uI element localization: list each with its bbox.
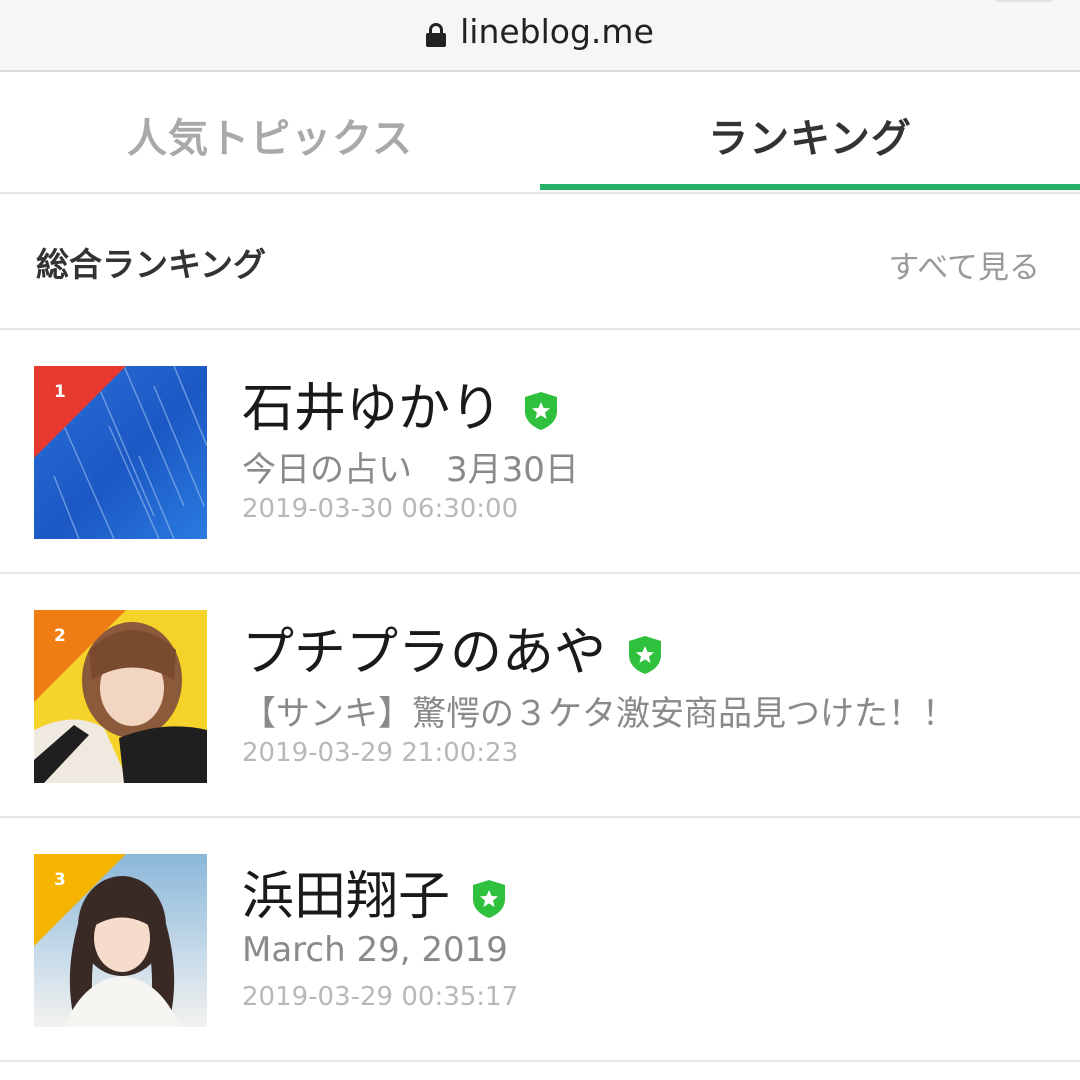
active-tab-indicator [540,184,1080,190]
section-header: 総合ランキング すべて見る [0,196,1080,330]
blogger-name-text: プチプラのあや [242,623,607,683]
ranking-item[interactable]: 2 プチプラのあや 【サンキ】驚愕の３ケタ激安商品見つけた！！ 2019-03-… [0,574,1080,818]
post-title[interactable]: 今日の占い 3月30日 [242,442,579,491]
section-title: 総合ランキング [36,245,267,284]
ranking-item[interactable]: 1 石井ゆかり 今日の占い 3月30日 2019-03-30 06:30:00 [0,330,1080,574]
post-title[interactable]: 【サンキ】驚愕の３ケタ激安商品見つけた！！ [242,686,956,735]
tab-ranking[interactable]: ランキング [540,76,1080,194]
browser-address-bar[interactable]: lineblog.me [0,0,1080,72]
ranking-thumbnail[interactable]: 3 [34,854,207,1027]
rank-flag [34,854,126,946]
post-date: 2019-03-30 06:30:00 [242,494,519,524]
blogger-name-text: 石井ゆかり [242,379,503,439]
blogger-name-text: 浜田翔子 [242,867,451,927]
tab-bar: 人気トピックス ランキング [0,76,1080,194]
ranking-thumbnail[interactable]: 2 [34,610,207,783]
ranking-thumbnail[interactable]: 1 [34,366,207,539]
see-all-link[interactable]: すべて見る [888,242,1040,287]
blogger-name[interactable]: 石井ゆかり [242,366,558,441]
rank-number: 3 [54,870,66,890]
url-text: lineblog.me [460,12,654,51]
verified-badge-icon [524,384,558,430]
rank-number: 1 [54,382,66,402]
post-title[interactable]: March 29, 2019 [242,930,508,970]
post-date: 2019-03-29 00:35:17 [242,982,519,1012]
ranking-item[interactable]: 3 浜田翔子 March 29, 2019 2019-03-29 00:35:1… [0,818,1080,1062]
rank-flag [34,610,126,702]
verified-badge-icon [628,628,662,674]
rank-number: 2 [54,626,66,646]
rank-flag [34,366,126,458]
blogger-name[interactable]: 浜田翔子 [242,854,506,929]
url-display[interactable]: lineblog.me [0,12,1080,51]
toolbar-edge [994,0,1054,2]
tab-popular-topics[interactable]: 人気トピックス [0,76,540,194]
blogger-name[interactable]: プチプラのあや [242,610,662,685]
verified-badge-icon [472,872,506,918]
lock-icon [426,23,447,47]
post-date: 2019-03-29 21:00:23 [242,738,519,768]
